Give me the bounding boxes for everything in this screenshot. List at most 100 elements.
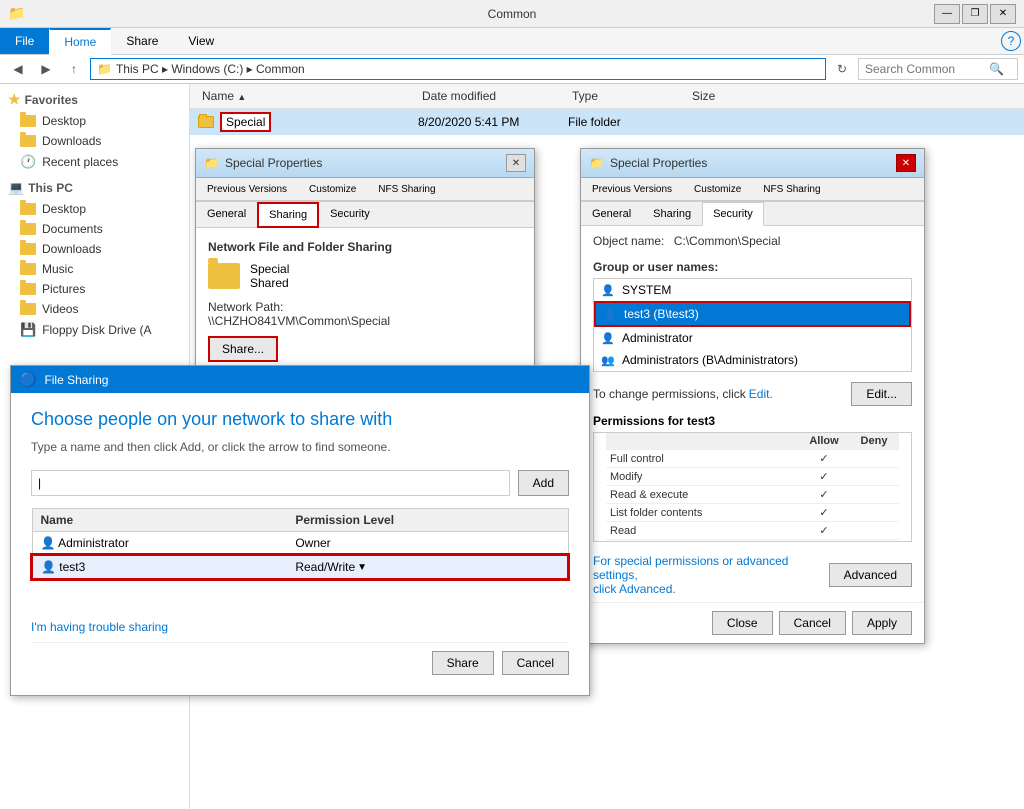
dialog2-perm-label-row: Permissions for test3 xyxy=(581,412,924,432)
fs-trouble-link[interactable]: I'm having trouble sharing xyxy=(31,620,168,634)
dialog2-title: Special Properties xyxy=(610,156,707,170)
dialog1-share-text: Special Shared xyxy=(250,262,289,290)
perm-allow-check: ✓ xyxy=(799,450,849,468)
fs-share-table: Name Permission Level 👤 Administrator Ow… xyxy=(31,508,569,580)
perm-table: Allow Deny Full control ✓ Modify ✓ xyxy=(606,433,899,542)
dialog2-tab-prev-versions[interactable]: Previous Versions xyxy=(581,178,683,200)
dialog1-tabs: Previous Versions Customize NFS Sharing xyxy=(196,178,534,201)
fs-heading: Choose people on your network to share w… xyxy=(31,409,569,430)
dialog2-change-perm: To change permissions, click Edit. xyxy=(593,387,773,401)
user-icon: 👤 xyxy=(600,330,616,346)
edit-link[interactable]: Edit. xyxy=(749,387,773,401)
dialog2-perm-container: Allow Deny Full control ✓ Modify ✓ xyxy=(593,432,912,542)
dialog2-cancel-button[interactable]: Cancel xyxy=(779,611,846,635)
perm-allow-check: ✓ xyxy=(799,504,849,522)
dialog2-user-test3[interactable]: 👤 test3 (B\test3) xyxy=(594,301,911,327)
dialog1-tab-prev-versions[interactable]: Previous Versions xyxy=(196,178,298,200)
perm-allow-check: ✓ xyxy=(799,468,849,486)
perm-name: List folder contents xyxy=(606,504,799,522)
fs-user-test3: 👤 test3 xyxy=(32,555,287,579)
dialog2-edit-button[interactable]: Edit... xyxy=(851,382,912,406)
dialog-overlay: 📁 Special Properties ✕ Previous Versions… xyxy=(0,0,1024,810)
dialog2-apply-button[interactable]: Apply xyxy=(852,611,912,635)
user-name: Administrator xyxy=(622,331,693,345)
fs-cancel-button[interactable]: Cancel xyxy=(502,651,569,675)
dialog2-tab-general[interactable]: General xyxy=(581,202,642,225)
dialog2-tab-nfs[interactable]: NFS Sharing xyxy=(752,178,831,200)
dialog2-advanced-note: For special permissions or advanced sett… xyxy=(593,554,829,596)
dialog2-tab-security[interactable]: Security xyxy=(702,202,764,226)
dialog2-advanced-button[interactable]: Advanced xyxy=(829,563,912,587)
dialog2-close-x-button[interactable]: ✕ xyxy=(896,154,916,172)
fs-sharing-icon: 🔵 xyxy=(19,371,36,388)
file-sharing-dialog: 🔵 File Sharing Choose people on your net… xyxy=(10,365,590,696)
perm-name: Read xyxy=(606,522,799,540)
test3-name: test3 xyxy=(59,560,85,574)
fs-level-admin: Owner xyxy=(287,532,568,556)
dialog2-title-bar: 📁 Special Properties ✕ xyxy=(581,149,924,178)
dialog1-tab-nfs[interactable]: NFS Sharing xyxy=(367,178,446,200)
fs-title-bar: 🔵 File Sharing xyxy=(11,366,589,393)
user-name: Administrators (B\Administrators) xyxy=(622,353,798,367)
fs-share-button[interactable]: Share xyxy=(432,651,494,675)
fs-name-input[interactable] xyxy=(31,470,510,496)
perm-name: Read & execute xyxy=(606,486,799,504)
dialog2-tab-sharing[interactable]: Sharing xyxy=(642,202,702,225)
user-name: test3 (B\test3) xyxy=(624,307,699,321)
fs-input-row: Add xyxy=(31,470,569,496)
fs-table-header-row: Name Permission Level xyxy=(32,509,568,532)
dialog1-body: Network File and Folder Sharing Special … xyxy=(196,228,534,374)
dialog1-folder-status: Shared xyxy=(250,276,289,290)
perm-row: Modify ✓ xyxy=(606,468,899,486)
perm-allow-check: ✓ xyxy=(799,540,849,543)
dialog1-share-folder-icon xyxy=(208,263,240,289)
dialog2-user-administrators[interactable]: 👥 Administrators (B\Administrators) xyxy=(594,349,911,371)
perm-allow-check: ✓ xyxy=(799,522,849,540)
dialog2-close-button[interactable]: Close xyxy=(712,611,773,635)
dialog1-tab-sharing[interactable]: Sharing xyxy=(257,202,319,228)
dialog1-tab-security[interactable]: Security xyxy=(319,202,381,227)
perm-row: Read ✓ xyxy=(606,522,899,540)
perm-deny-check xyxy=(849,486,899,504)
dialog-title-text: 📁 Special Properties xyxy=(204,156,322,170)
dialog1-tab-customize[interactable]: Customize xyxy=(298,178,367,200)
dialog1-section-title: Network File and Folder Sharing xyxy=(208,240,522,254)
network-path-value: \\CHZHO841VM\Common\Special xyxy=(208,314,522,328)
dialog2-folder-icon: 📁 xyxy=(589,156,604,170)
dialog1-tab-general[interactable]: General xyxy=(196,202,257,227)
user-icon: 👥 xyxy=(600,352,616,368)
fs-table-row-admin[interactable]: 👤 Administrator Owner xyxy=(32,532,568,556)
dialog2-object-name: Object name: C:\Common\Special xyxy=(581,234,924,248)
dialog-title-bar: 📁 Special Properties ✕ xyxy=(196,149,534,178)
dialog-folder-icon: 📁 xyxy=(204,156,219,170)
dialog1-share-button[interactable]: Share... xyxy=(208,336,278,362)
advanced-link[interactable]: Advanced. xyxy=(619,582,676,596)
fs-add-button[interactable]: Add xyxy=(518,470,569,496)
dialog1-close-x-button[interactable]: ✕ xyxy=(506,154,526,172)
perm-name: Write xyxy=(606,540,799,543)
dialog2-user-admin[interactable]: 👤 Administrator xyxy=(594,327,911,349)
fs-table-row-test3[interactable]: 👤 test3 Read/Write ▼ xyxy=(32,555,568,579)
admin-name: Administrator xyxy=(58,536,129,550)
perm-col-allow: Allow xyxy=(799,433,849,450)
dialog2-tabs: Previous Versions Customize NFS Sharing xyxy=(581,178,924,201)
fs-col-name: Name xyxy=(32,509,287,532)
dialog1-folder-name: Special xyxy=(250,262,289,276)
dialog-title: Special Properties xyxy=(225,156,322,170)
perm-allow-check: ✓ xyxy=(799,486,849,504)
fs-footer: Share Cancel xyxy=(31,642,569,679)
admin-icon: 👤 xyxy=(41,536,56,550)
dialog1-network-path: Network Path: \\CHZHO841VM\Common\Specia… xyxy=(208,300,522,328)
dialog1-share-info: Special Shared xyxy=(208,262,522,290)
fs-user-admin: 👤 Administrator xyxy=(32,532,287,556)
perm-row: List folder contents ✓ xyxy=(606,504,899,522)
perm-name: Modify xyxy=(606,468,799,486)
dialog2-user-system[interactable]: 👤 SYSTEM xyxy=(594,279,911,301)
dialog2-title-text: 📁 Special Properties xyxy=(589,156,707,170)
perm-row: Read & execute ✓ xyxy=(606,486,899,504)
fs-title: File Sharing xyxy=(44,373,108,387)
perm-dropdown[interactable]: Read/Write ▼ xyxy=(295,560,559,574)
perm-level: Read/Write xyxy=(295,560,355,574)
dialog-special-properties-security: 📁 Special Properties ✕ Previous Versions… xyxy=(580,148,925,644)
dialog2-tab-customize[interactable]: Customize xyxy=(683,178,752,200)
